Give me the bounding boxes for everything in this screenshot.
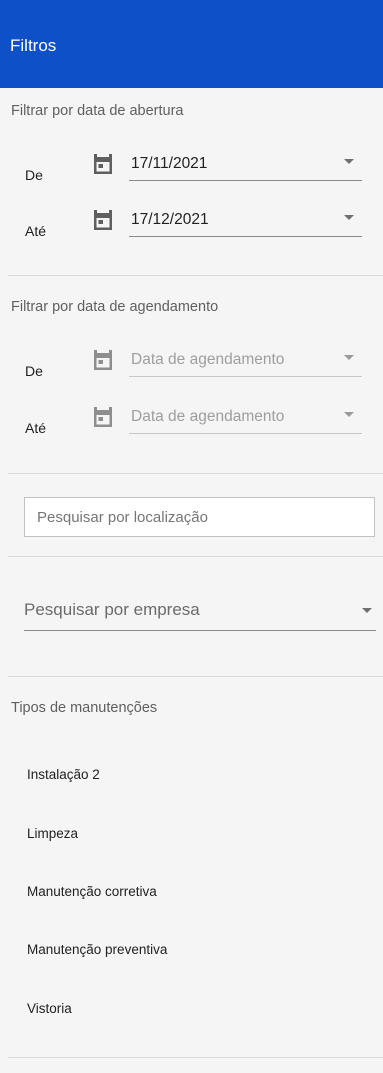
scheduling-date-to-field[interactable]: Data de agendamento xyxy=(129,406,362,434)
opening-date-to-label: Até xyxy=(25,223,47,239)
caret-down-icon[interactable] xyxy=(344,412,354,417)
opening-date-to-field[interactable]: 17/12/2021 xyxy=(129,209,362,237)
caret-down-icon[interactable] xyxy=(362,608,372,613)
calendar-icon[interactable] xyxy=(93,349,113,371)
scheduling-date-from-placeholder: Data de agendamento xyxy=(131,351,285,368)
calendar-icon[interactable] xyxy=(93,153,113,175)
opening-date-from-value: 17/11/2021 xyxy=(131,155,208,172)
section-divider xyxy=(8,473,383,474)
maintenance-types-title: Tipos de manutenções xyxy=(11,700,158,716)
maintenance-type-item[interactable]: Manutenção corretiva xyxy=(27,884,157,899)
opening-date-to-row: Até 17/12/2021 xyxy=(0,209,383,249)
scheduling-date-from-label: De xyxy=(25,363,43,379)
caret-down-icon[interactable] xyxy=(344,215,354,220)
maintenance-type-item[interactable]: Manutenção preventiva xyxy=(27,942,167,957)
scheduling-date-from-row: De Data de agendamento xyxy=(0,349,383,389)
section-divider xyxy=(8,1057,383,1058)
section-divider xyxy=(8,275,383,276)
maintenance-type-item[interactable]: Limpeza xyxy=(27,826,78,841)
opening-date-from-field[interactable]: 17/11/2021 xyxy=(129,153,362,181)
calendar-icon[interactable] xyxy=(93,406,113,428)
section-divider xyxy=(8,676,383,677)
location-search-input[interactable] xyxy=(24,497,375,537)
company-search-select[interactable]: Pesquisar por empresa xyxy=(24,595,376,631)
opening-date-filter-title: Filtrar por data de abertura xyxy=(11,103,184,119)
caret-down-icon[interactable] xyxy=(344,355,354,360)
scheduling-date-to-placeholder: Data de agendamento xyxy=(131,408,285,425)
scheduling-date-to-label: Até xyxy=(25,420,47,436)
caret-down-icon[interactable] xyxy=(344,159,354,164)
scheduling-date-from-field[interactable]: Data de agendamento xyxy=(129,349,362,377)
scheduling-date-to-row: Até Data de agendamento xyxy=(0,406,383,446)
filters-title: Filtros xyxy=(10,36,57,55)
maintenance-type-item[interactable]: Instalação 2 xyxy=(27,767,100,782)
company-search-placeholder: Pesquisar por empresa xyxy=(24,600,200,619)
opening-date-to-value: 17/12/2021 xyxy=(131,211,209,228)
calendar-icon[interactable] xyxy=(93,209,113,231)
opening-date-from-row: De 17/11/2021 xyxy=(0,153,383,193)
opening-date-from-label: De xyxy=(25,167,43,183)
filters-header: Filtros xyxy=(0,0,383,88)
scheduling-date-filter-title: Filtrar por data de agendamento xyxy=(11,299,219,315)
section-divider xyxy=(8,556,383,557)
maintenance-type-item[interactable]: Vistoria xyxy=(27,1001,72,1016)
